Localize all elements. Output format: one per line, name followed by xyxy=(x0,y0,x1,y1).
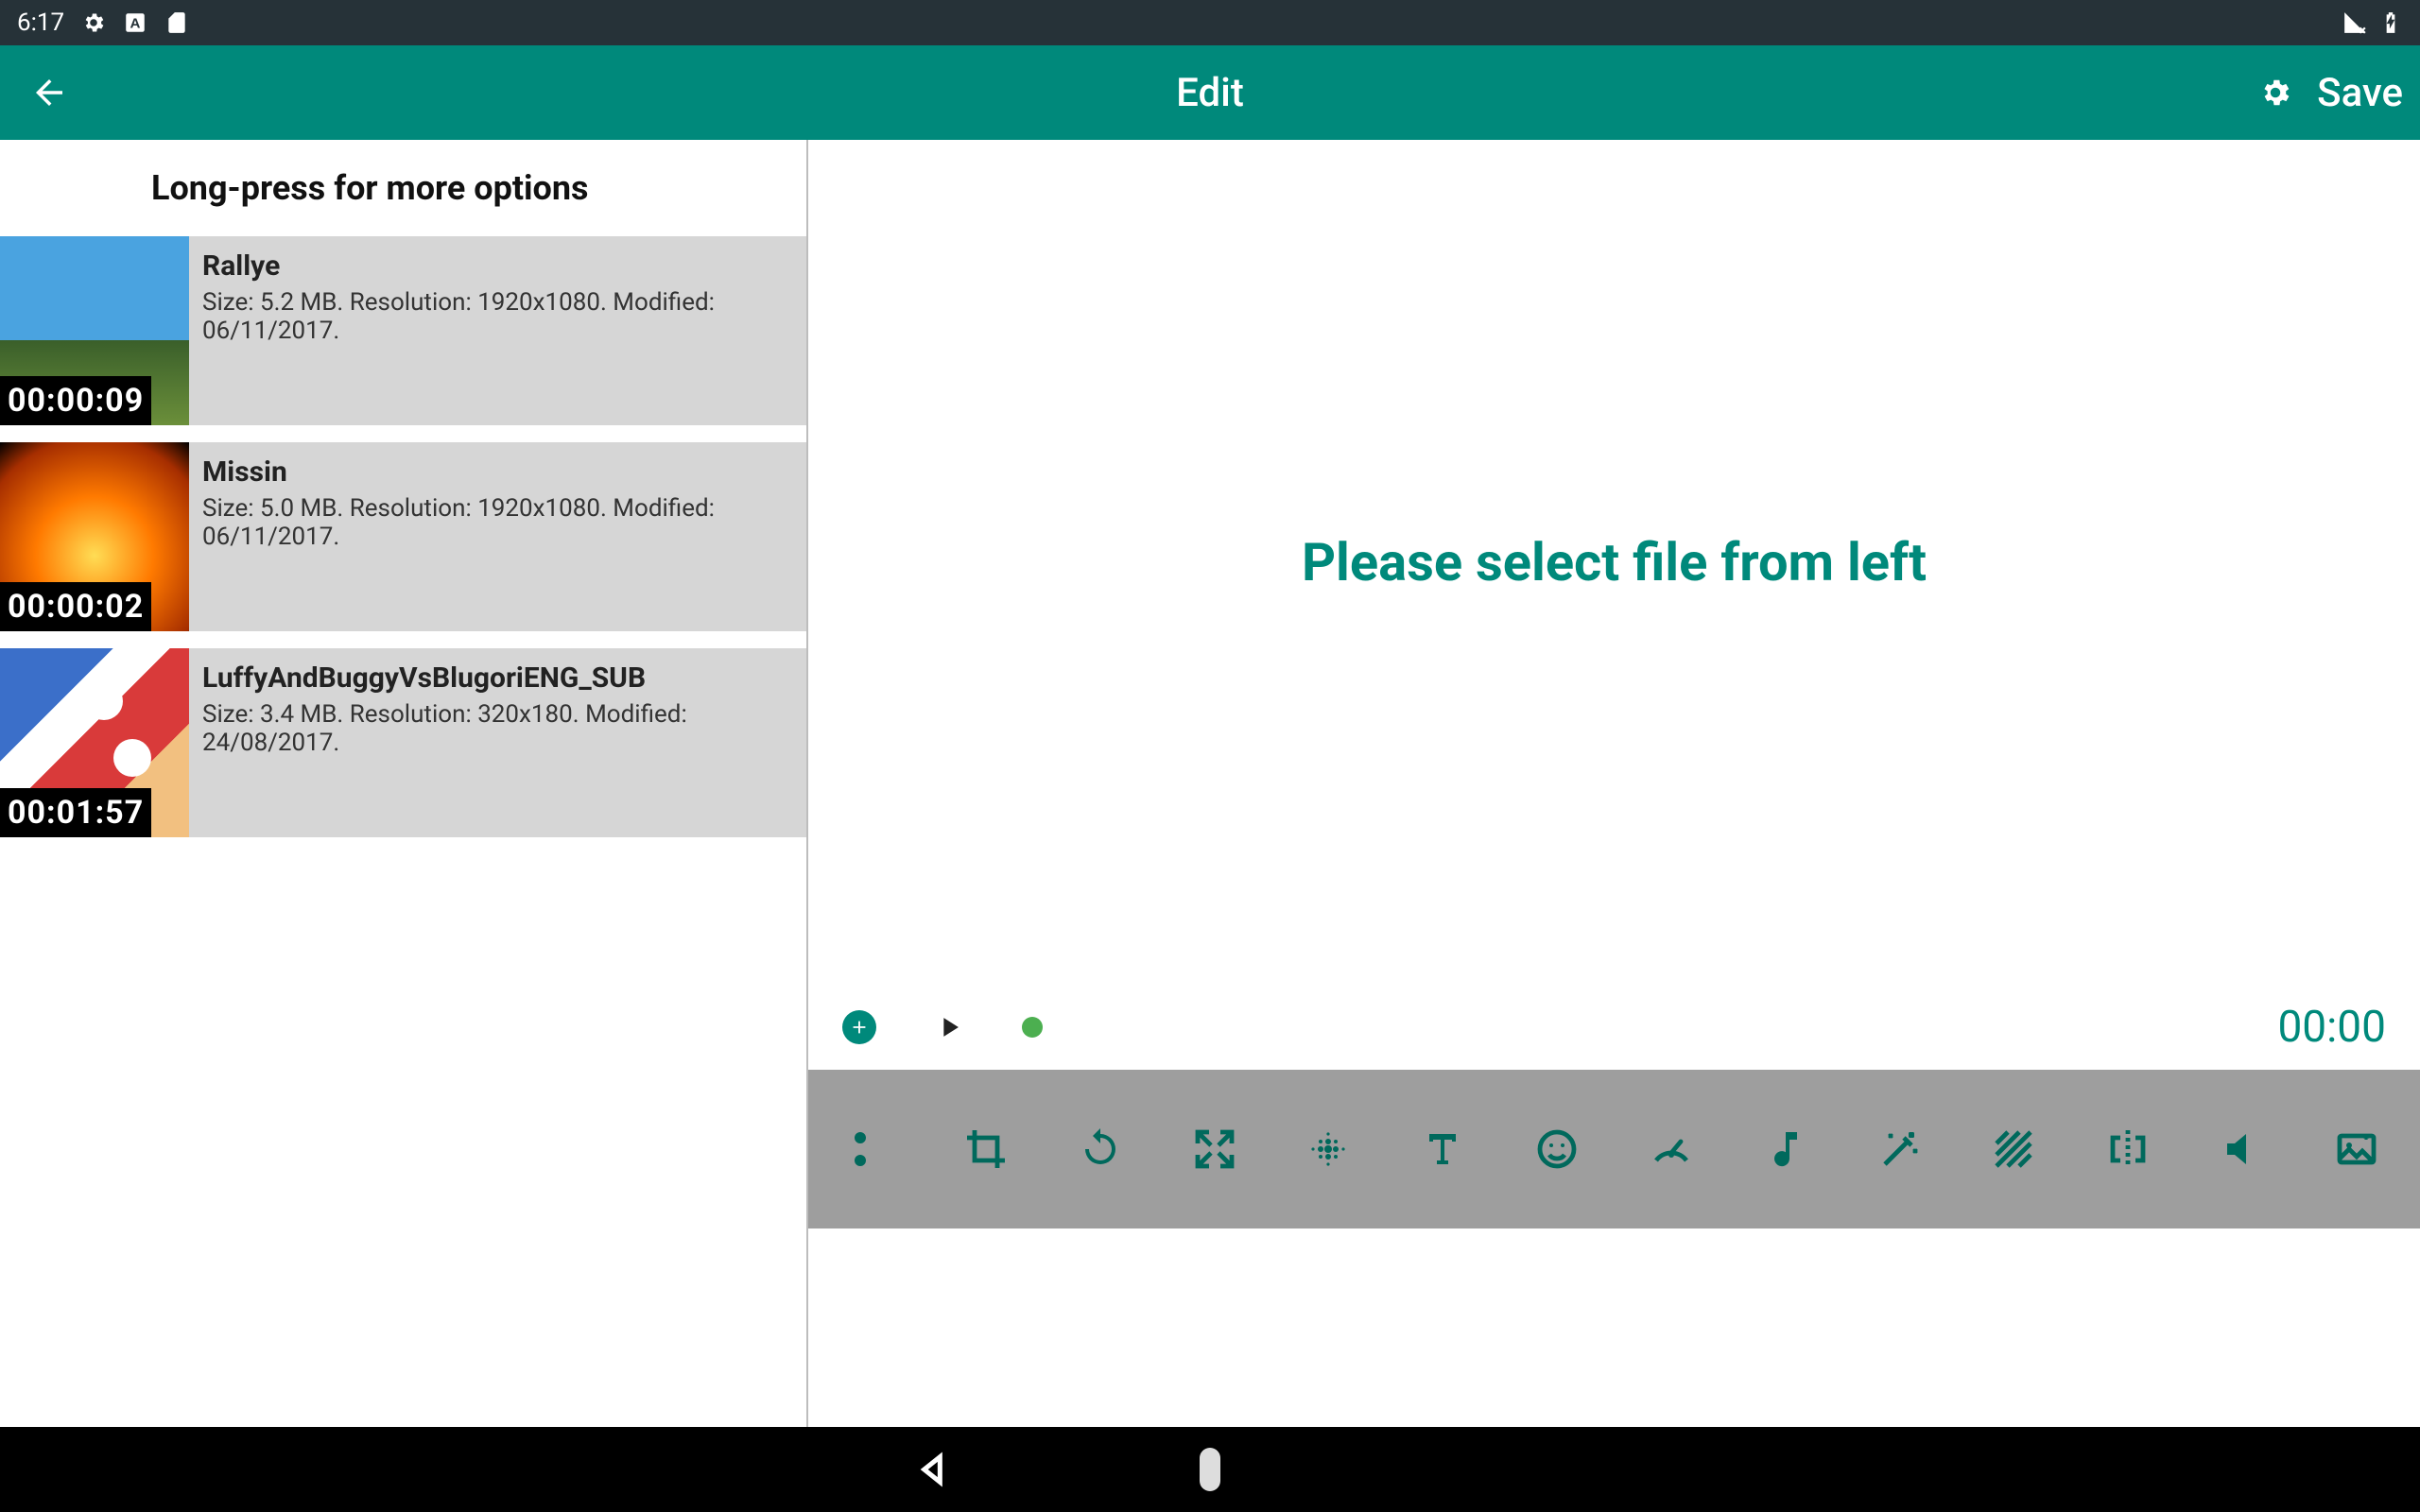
file-meta: Missin Size: 5.0 MB. Resolution: 1920x10… xyxy=(189,442,806,631)
time-readout: 00:00 xyxy=(2277,1002,2386,1053)
smile-icon xyxy=(1534,1126,1580,1172)
playback-row: 00:00 xyxy=(808,985,2420,1070)
plus-circle-icon xyxy=(842,1010,876,1044)
add-button[interactable] xyxy=(842,1010,876,1044)
file-name: Missin xyxy=(202,455,793,489)
tool-emoji[interactable] xyxy=(1531,1124,1582,1175)
android-status-bar: 6:17 A xyxy=(0,0,2420,45)
battery-charging-icon xyxy=(2378,10,2403,35)
file-thumbnail: 00:01:57 xyxy=(0,648,189,837)
save-button[interactable]: Save xyxy=(2317,70,2403,116)
speedometer-icon xyxy=(1649,1126,1694,1172)
blur-icon xyxy=(1305,1126,1351,1172)
expand-icon xyxy=(1192,1126,1237,1172)
timeline-area[interactable] xyxy=(808,1228,2420,1427)
tool-blur[interactable] xyxy=(1303,1124,1354,1175)
tool-music[interactable] xyxy=(1760,1124,1811,1175)
tool-effects[interactable] xyxy=(1875,1124,1926,1175)
play-icon xyxy=(933,1011,965,1043)
nav-back-button[interactable] xyxy=(910,1448,954,1491)
file-list-pane: Long-press for more options 00:00:09 Ral… xyxy=(0,140,808,1427)
tool-strip xyxy=(808,1070,2420,1228)
file-detail: Size: 5.0 MB. Resolution: 1920x1080. Mod… xyxy=(202,494,793,551)
tool-crop[interactable] xyxy=(960,1124,1011,1175)
duration-badge: 00:01:57 xyxy=(0,788,151,837)
page-title: Edit xyxy=(1176,70,1244,116)
file-thumbnail: 00:00:09 xyxy=(0,236,189,425)
svg-text:A: A xyxy=(130,15,141,31)
file-list: 00:00:09 Rallye Size: 5.2 MB. Resolution… xyxy=(0,236,806,854)
settings-button[interactable] xyxy=(2256,74,2294,112)
tool-image[interactable] xyxy=(2331,1124,2382,1175)
tool-volume[interactable] xyxy=(2217,1124,2268,1175)
gear-icon xyxy=(2258,76,2292,110)
magic-wand-icon xyxy=(1877,1126,1923,1172)
file-detail: Size: 3.4 MB. Resolution: 320x180. Modif… xyxy=(202,700,793,757)
play-button[interactable] xyxy=(933,1011,965,1043)
volume-icon xyxy=(2220,1126,2265,1172)
music-note-icon xyxy=(1763,1126,1808,1172)
status-bar-left: 6:17 A xyxy=(17,9,189,37)
duration-badge: 00:00:09 xyxy=(0,376,151,425)
text-icon xyxy=(1420,1126,1465,1172)
status-bar-right xyxy=(2342,10,2403,35)
record-dot-icon xyxy=(1022,1017,1043,1038)
crop-icon xyxy=(963,1126,1009,1172)
file-name: Rallye xyxy=(202,249,793,283)
rotate-icon xyxy=(1078,1126,1123,1172)
tool-rotate[interactable] xyxy=(1075,1124,1126,1175)
keyboard-icon: A xyxy=(123,10,147,35)
gear-icon xyxy=(81,10,106,35)
tool-text[interactable] xyxy=(1417,1124,1468,1175)
tool-cut[interactable] xyxy=(846,1124,897,1175)
file-meta: Rallye Size: 5.2 MB. Resolution: 1920x10… xyxy=(189,236,806,425)
file-detail: Size: 5.2 MB. Resolution: 1920x1080. Mod… xyxy=(202,288,793,345)
android-nav-bar xyxy=(0,1427,2420,1512)
tool-texture[interactable] xyxy=(1988,1124,2039,1175)
editor-pane: Please select file from left 00:00 xyxy=(808,140,2420,1427)
flip-icon xyxy=(2105,1126,2151,1172)
list-hint: Long-press for more options xyxy=(151,140,806,236)
signal-icon xyxy=(2342,10,2367,35)
file-name: LuffyAndBuggyVsBlugoriENG_SUB xyxy=(202,662,793,695)
file-thumbnail: 00:00:02 xyxy=(0,442,189,631)
status-clock: 6:17 xyxy=(17,9,64,37)
tool-speed[interactable] xyxy=(1646,1124,1697,1175)
file-item[interactable]: 00:01:57 LuffyAndBuggyVsBlugoriENG_SUB S… xyxy=(0,648,806,837)
tool-fullscreen[interactable] xyxy=(1189,1124,1240,1175)
preview-area: Please select file from left xyxy=(808,140,2420,985)
scissors-icon xyxy=(849,1126,894,1172)
file-item[interactable]: 00:00:09 Rallye Size: 5.2 MB. Resolution… xyxy=(0,236,806,425)
file-meta: LuffyAndBuggyVsBlugoriENG_SUB Size: 3.4 … xyxy=(189,648,806,837)
record-button[interactable] xyxy=(1022,1017,1043,1038)
file-item[interactable]: 00:00:02 Missin Size: 5.0 MB. Resolution… xyxy=(0,442,806,631)
preview-empty-message: Please select file from left xyxy=(1302,531,1927,593)
sd-card-icon xyxy=(164,10,189,35)
app-bar: Edit Save xyxy=(0,45,2420,140)
tool-mirror[interactable] xyxy=(2102,1124,2153,1175)
triangle-left-icon xyxy=(913,1451,951,1488)
nav-home-pill[interactable] xyxy=(1200,1448,1220,1491)
texture-icon xyxy=(1991,1126,2036,1172)
duration-badge: 00:00:02 xyxy=(0,582,151,631)
back-button[interactable] xyxy=(26,70,72,115)
image-icon xyxy=(2334,1126,2379,1172)
arrow-left-icon xyxy=(29,73,69,112)
